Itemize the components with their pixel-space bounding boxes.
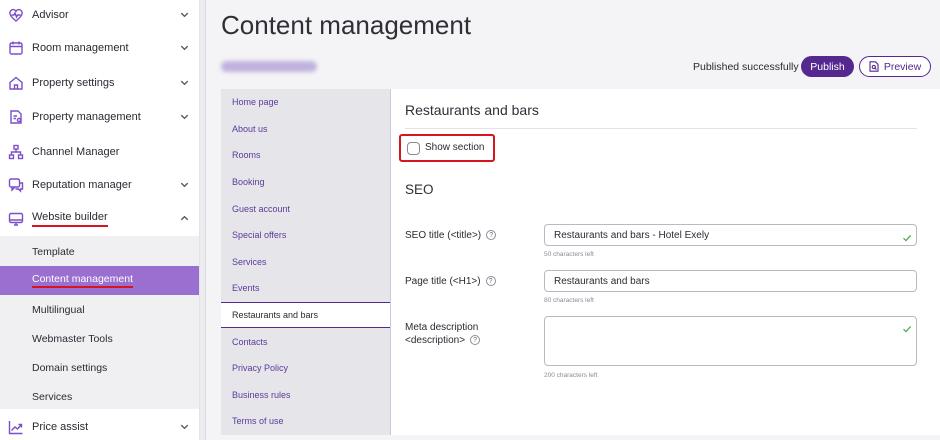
sidebar-item-label: Room management	[32, 42, 129, 54]
panel-title: Restaurants and bars	[405, 102, 539, 118]
chevron-down-icon	[179, 9, 190, 20]
section-item-rooms[interactable]: Rooms	[221, 142, 390, 169]
submenu-item-domain-settings[interactable]: Domain settings	[0, 353, 199, 382]
section-item-about-us[interactable]: About us	[221, 116, 390, 143]
sidebar: Advisor Room management Property setting…	[0, 0, 200, 440]
help-icon[interactable]: ?	[470, 335, 481, 346]
submenu-item-label: Multilingual	[32, 303, 85, 316]
preview-button[interactable]: Preview	[859, 56, 931, 77]
section-item-privacy-policy[interactable]: Privacy Policy	[221, 355, 390, 382]
page-title-hint: 80 characters left	[544, 297, 594, 304]
meta-description-hint: 200 characters left	[544, 372, 598, 379]
section-editor-panel: Restaurants and bars Show section SEO SE…	[390, 89, 940, 435]
section-item-home-page[interactable]: Home page	[221, 89, 390, 116]
page-title: Content management	[221, 10, 472, 40]
submenu-item-label: Webmaster Tools	[32, 332, 113, 345]
preview-label: Preview	[883, 60, 922, 73]
submenu-item-content-management[interactable]: Content management	[0, 266, 199, 295]
seo-title-input[interactable]: Restaurants and bars - Hotel Exely	[544, 224, 917, 246]
submenu-item-label: Domain settings	[32, 361, 108, 374]
sidebar-item-label: Advisor	[32, 9, 69, 21]
section-item-events[interactable]: Events	[221, 275, 390, 302]
seo-heading: SEO	[405, 182, 434, 197]
sidebar-item-channel-manager[interactable]: Channel Manager	[0, 135, 199, 169]
heart-pulse-icon	[7, 7, 24, 24]
sidebar-item-label: Channel Manager	[32, 146, 120, 158]
sitemap-icon	[7, 144, 24, 161]
divider	[405, 128, 917, 129]
section-item-business-rules[interactable]: Business rules	[221, 382, 390, 409]
blurred-site-link[interactable]	[221, 61, 317, 72]
chevron-up-icon	[179, 213, 190, 224]
section-item-guest-account[interactable]: Guest account	[221, 195, 390, 222]
preview-icon	[869, 61, 879, 72]
page-title-value: Restaurants and bars	[554, 275, 650, 287]
document-settings-icon	[7, 109, 24, 126]
chevron-down-icon	[179, 421, 190, 432]
chevron-down-icon	[179, 77, 190, 88]
section-item-restaurants-and-bars[interactable]: Restaurants and bars	[221, 301, 391, 329]
meta-description-label-line2: <description>	[405, 335, 466, 346]
sidebar-item-price-assist[interactable]: Price assist	[0, 410, 199, 440]
home-icon	[7, 75, 24, 92]
sidebar-item-label: Price assist	[32, 421, 89, 433]
help-icon[interactable]: ?	[485, 276, 496, 287]
submenu-item-label: Content management	[32, 273, 133, 288]
submenu-item-multilingual[interactable]: Multilingual	[0, 295, 199, 324]
submenu-item-webmaster-tools[interactable]: Webmaster Tools	[0, 324, 199, 353]
sidebar-item-label: Reputation manager	[32, 179, 132, 191]
submenu-item-template[interactable]: Template	[0, 237, 199, 266]
sidebar-item-label: Property management	[32, 111, 141, 123]
seo-title-label: SEO title (<title>)?	[405, 229, 497, 242]
sidebar-scrollbar[interactable]	[200, 0, 206, 440]
meta-description-label: Meta description <description>?	[405, 321, 481, 347]
page-title-label: Page title (<H1>)?	[405, 275, 496, 288]
page-title-input[interactable]: Restaurants and bars	[544, 270, 917, 292]
sidebar-item-advisor[interactable]: Advisor	[0, 0, 199, 32]
section-item-special-offers[interactable]: Special offers	[221, 222, 390, 249]
page-title-label-text: Page title (<H1>)	[405, 276, 481, 287]
meta-description-textarea[interactable]	[544, 316, 917, 366]
chevron-down-icon	[179, 111, 190, 122]
sidebar-item-label: Property settings	[32, 77, 115, 89]
sidebar-item-website-builder[interactable]: Website builder	[0, 202, 199, 236]
sidebar-item-room-management[interactable]: Room management	[0, 31, 199, 65]
sidebar-item-property-settings[interactable]: Property settings	[0, 66, 199, 100]
section-item-booking[interactable]: Booking	[221, 169, 390, 196]
show-section-label[interactable]: Show section	[425, 142, 484, 153]
checkmark-icon	[902, 321, 912, 333]
seo-title-value: Restaurants and bars - Hotel Exely	[554, 229, 710, 241]
seo-title-label-text: SEO title (<title>)	[405, 230, 482, 241]
section-item-services[interactable]: Services	[221, 249, 390, 276]
section-item-terms-of-use[interactable]: Terms of use	[221, 408, 390, 435]
sections-list: Home page About us Rooms Booking Guest a…	[221, 89, 391, 435]
trending-icon	[7, 419, 24, 436]
sidebar-item-property-management[interactable]: Property management	[0, 100, 199, 134]
sidebar-item-reputation-manager[interactable]: Reputation manager	[0, 168, 199, 202]
chat-icon	[7, 177, 24, 194]
help-icon[interactable]: ?	[486, 230, 497, 241]
checkmark-icon	[902, 230, 912, 242]
submenu-item-services[interactable]: Services	[0, 382, 199, 411]
show-section-checkbox[interactable]	[407, 142, 420, 155]
publish-status: Published successfully	[693, 61, 799, 73]
section-item-contacts[interactable]: Contacts	[221, 328, 390, 355]
submenu-item-label: Template	[32, 245, 75, 258]
meta-description-label-line1: Meta description	[405, 322, 479, 333]
submenu-item-label: Services	[32, 390, 73, 403]
chevron-down-icon	[179, 42, 190, 53]
chevron-down-icon	[179, 179, 190, 190]
publish-button[interactable]: Publish	[801, 56, 854, 77]
monitor-icon	[7, 211, 24, 228]
sidebar-item-label: Website builder	[32, 211, 108, 227]
seo-title-hint: 50 characters left	[544, 251, 594, 258]
calendar-icon	[7, 40, 24, 57]
website-builder-submenu: Template Content management Multilingual…	[0, 236, 199, 411]
